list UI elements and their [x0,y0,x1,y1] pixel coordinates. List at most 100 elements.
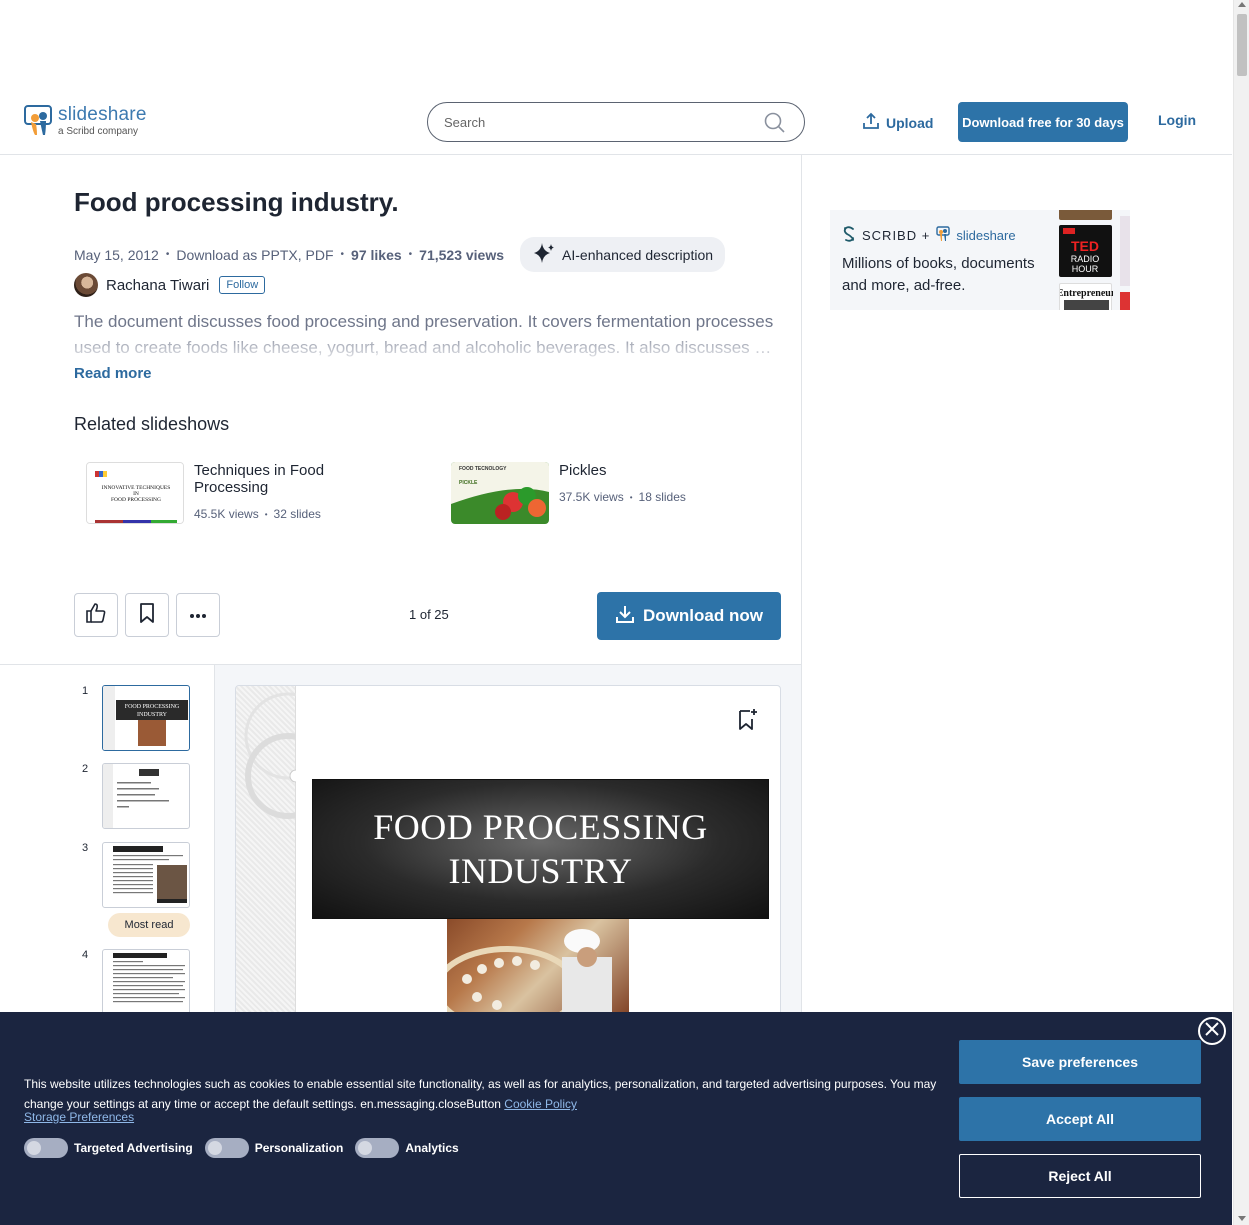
thumb-number: 3 [81,842,89,854]
personalization-toggle[interactable] [204,1138,249,1158]
upload-label: Upload [886,114,934,131]
related-thumbnail: INNOVATIVE TECHNIQUES IN FOOD PROCESSING [86,462,184,524]
ad-scribd-text: SCRIBD + [862,228,931,243]
thumb-image [102,949,190,1015]
ad-slideshare-text: slideshare [956,228,1016,243]
svg-text:TED: TED [1071,238,1099,254]
stats-separator: • [264,509,268,519]
page-counter: 1 of 25 [409,607,449,622]
more-horizontal-icon [189,606,207,624]
svg-text:FOOD PROCESSING: FOOD PROCESSING [125,704,180,710]
accept-all-button[interactable]: Accept All [959,1097,1201,1141]
cookie-close-button[interactable] [1198,1017,1226,1045]
svg-text:FOOD TECNOLOGY: FOOD TECNOLOGY [459,466,507,472]
like-button[interactable] [74,593,118,637]
scribd-logo-icon [842,226,856,245]
action-buttons [74,593,220,637]
slideshare-logo-icon [24,105,54,137]
storage-preferences-link[interactable]: Storage Preferences [24,1110,134,1124]
related-slides: 18 slides [638,490,686,504]
search-input[interactable] [444,114,744,130]
site-header: slideshare a Scribd company Upload Downl… [0,88,1232,155]
scroll-up-icon[interactable] [1238,2,1246,7]
download-as-link[interactable]: Download as PPTX, PDF [176,247,333,263]
page-scrollbar[interactable] [1233,0,1249,1225]
thumb-number: 2 [81,763,89,775]
more-options-button[interactable] [176,593,220,637]
scribd-ad[interactable]: SCRIBD + slideshare Millions of books, d… [830,210,1130,310]
save-preferences-button[interactable]: Save preferences [959,1040,1201,1084]
page-title: Food processing industry. [74,187,399,217]
svg-text:FOOD PROCESSING: FOOD PROCESSING [111,497,161,503]
upload-button[interactable]: Upload [862,112,933,133]
logo-brand-text: slideshare [58,104,147,125]
description-fade [74,335,774,361]
upload-icon [862,112,880,133]
reject-all-button[interactable]: Reject All [959,1154,1201,1198]
cookie-policy-link[interactable]: Cookie Policy [504,1097,577,1111]
related-stats: 37.5K views • 18 slides [559,490,709,504]
analytics-toggle[interactable] [355,1138,400,1158]
slide-title-line2: INDUSTRY [448,851,633,891]
avatar[interactable] [74,273,98,297]
svg-text:INDUSTRY: INDUSTRY [137,712,168,718]
ad-book-cover: Entrepreneur [1057,283,1116,310]
svg-text:RADIO: RADIO [1071,254,1100,264]
toggle-label: Analytics [405,1141,459,1155]
toggle-label: Personalization [254,1141,344,1155]
read-more-link[interactable]: Read more [74,365,152,382]
slideshare-logo-icon [936,226,951,245]
author-name[interactable]: Rachana Tiwari [106,277,209,294]
scrollbar-thumb[interactable] [1237,14,1247,76]
ai-description-badge[interactable]: AI-enhanced description [520,237,726,272]
ad-book-cover [1120,292,1130,310]
download-free-button[interactable]: Download free for 30 days [958,102,1128,142]
related-card[interactable]: INNOVATIVE TECHNIQUES IN FOOD PROCESSING… [86,462,344,524]
doc-meta: May 15, 2012 • Download as PPTX, PDF • 9… [74,237,726,272]
search-icon[interactable] [764,112,786,139]
login-link[interactable]: Login [1158,112,1196,128]
ad-book-cover [1120,216,1130,286]
slide-bookmark-button[interactable] [736,708,758,737]
slide-title-line1: FOOD PROCESSING [373,807,708,847]
slide-photo [434,919,629,1032]
slide-title-banner: FOOD PROCESSING INDUSTRY [312,779,769,919]
thumb-image [102,842,190,908]
related-heading: Related slideshows [74,414,230,434]
slideshare-logo[interactable]: slideshare a Scribd company [24,105,147,137]
ad-book-cover: TED RADIO HOUR [1059,225,1112,277]
toggle-label: Targeted Advertising [74,1141,193,1155]
sparkle-icon [532,241,556,268]
download-icon [615,604,635,629]
related-slides: 32 slides [273,507,321,521]
follow-button[interactable]: Follow [219,276,266,294]
related-stats: 45.5K views • 32 slides [194,507,344,521]
bookmark-icon [138,602,156,629]
cookie-toggles: Targeted Advertising Personalization Ana… [24,1138,465,1158]
doc-description: The document discusses food processing a… [74,309,774,361]
cookie-text: This website utilizes technologies such … [24,1077,937,1111]
stats-separator: • [629,492,633,502]
download-now-label: Download now [643,606,763,625]
thumb-number: 4 [81,949,89,961]
ad-book-cover [1059,210,1112,220]
thumb-number: 1 [81,685,89,697]
author-row: Rachana Tiwari Follow [74,273,266,297]
thumbs-up-icon [85,602,107,629]
related-title: Pickles [559,462,607,479]
ad-text: Millions of books, documents and more, a… [842,255,1035,294]
cookie-banner: This website utilizes technologies such … [0,1012,1232,1225]
views-count: 71,523 views [419,246,505,263]
ai-description-label: AI-enhanced description [562,246,714,263]
download-now-button[interactable]: Download now [597,592,781,640]
cookie-message: This website utilizes technologies such … [24,1074,944,1114]
thumb-image: FOOD PROCESSING INDUSTRY [102,685,190,751]
save-button[interactable] [125,593,169,637]
page: slideshare a Scribd company Upload Downl… [0,0,1249,1225]
scroll-down-icon[interactable] [1238,1216,1246,1221]
related-views: 45.5K views [194,507,259,521]
related-card[interactable]: FOOD TECNOLOGY PICKLE Pickles 37.5K view… [451,462,709,524]
targeted-advertising-toggle[interactable] [24,1138,68,1158]
svg-text:HOUR: HOUR [1072,264,1099,274]
related-title: Techniques in Food Processing [194,462,325,496]
